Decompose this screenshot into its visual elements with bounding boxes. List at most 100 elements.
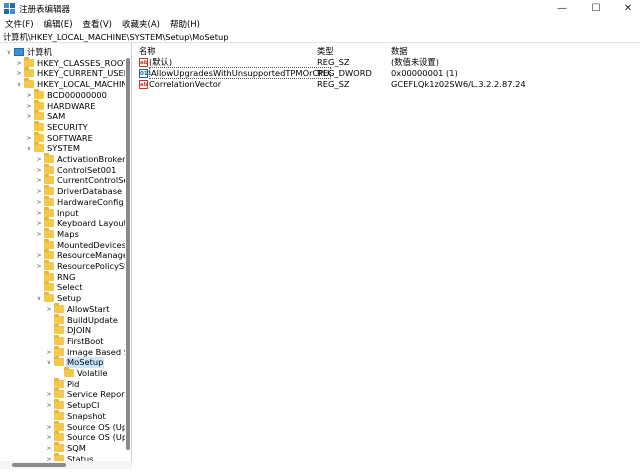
folder-icon — [34, 110, 44, 121]
tree-item[interactable]: ∨ Setup — [0, 292, 131, 304]
tree-item[interactable]: > ActivationBroker — [0, 153, 131, 165]
folder-icon — [44, 227, 54, 238]
menu-view[interactable]: 查看(V) — [83, 18, 112, 30]
expand-chevron-icon[interactable]: > — [35, 187, 43, 196]
maximize-button[interactable]: ☐ — [580, 0, 612, 17]
tree-item[interactable]: ∨ HKEY_LOCAL_MACHINE — [0, 78, 131, 90]
collapse-chevron-icon[interactable]: ∨ — [5, 48, 13, 57]
tree-item[interactable]: ∨ SYSTEM — [0, 142, 131, 154]
collapse-chevron-icon[interactable]: ∨ — [35, 294, 43, 303]
tree-item[interactable]: > HKEY_CURRENT_USER — [0, 67, 131, 79]
expand-chevron-icon[interactable]: > — [25, 102, 33, 111]
registry-value-row[interactable]: ab CorrelationVector REG_SZ GCEFLQk1z02SW6/… — [136, 79, 640, 90]
tree-item[interactable]: > SOFTWARE — [0, 131, 131, 144]
expand-chevron-icon[interactable]: > — [45, 390, 53, 399]
address-bar[interactable]: 计算机\HKEY_LOCAL_MACHINE\SYSTEM\Setup\MoSe… — [0, 31, 640, 43]
tree-item-label: ControlSet001 — [57, 164, 117, 175]
registry-value-row[interactable]: 011 AllowUpgradesWithUnsupportedTPMOrCPU R… — [136, 67, 640, 79]
expand-chevron-icon[interactable]: > — [25, 134, 33, 143]
tree-item[interactable]: > ResourceManager — [0, 249, 131, 261]
tree-item[interactable]: > Status — [0, 452, 131, 461]
tree-item[interactable]: ∨ 计算机 — [0, 47, 131, 58]
folder-icon — [44, 281, 54, 292]
menu-file[interactable]: 文件(F) — [5, 18, 34, 30]
tree-item[interactable]: Volatile — [0, 367, 131, 379]
folder-icon — [54, 431, 64, 442]
expand-chevron-icon[interactable]: > — [45, 444, 53, 453]
tree-item[interactable]: > Image Based Setup — [0, 345, 131, 358]
tree-item[interactable]: Snapshot — [0, 409, 131, 422]
tree-vertical-scroll-thumb[interactable] — [126, 58, 130, 450]
tree-item[interactable]: > SAM — [0, 110, 131, 122]
tree-item[interactable]: > HKEY_CLASSES_ROOT — [0, 56, 131, 69]
expand-chevron-icon[interactable]: > — [35, 176, 43, 185]
tree-item[interactable]: > ResourcePolicyStore — [0, 260, 131, 272]
tree-item[interactable]: DJOIN — [0, 324, 131, 336]
expand-chevron-icon[interactable]: > — [35, 262, 43, 271]
column-header-name[interactable]: 名称 — [139, 45, 156, 57]
expand-chevron-icon[interactable]: > — [35, 209, 43, 218]
column-header-data[interactable]: 数据 — [391, 45, 408, 57]
folder-icon — [34, 99, 44, 110]
expand-chevron-icon[interactable]: > — [45, 401, 53, 410]
tree-item-label: Snapshot — [67, 410, 106, 421]
folder-icon — [54, 324, 64, 335]
tree-item[interactable]: > Source OS (Updated — [0, 420, 131, 433]
folder-icon — [54, 302, 64, 313]
tree-item[interactable]: Pid — [0, 377, 131, 390]
folder-icon — [64, 367, 74, 377]
value-name[interactable]: AllowUpgradesWithUnsupportedTPMOrCPU — [149, 67, 332, 79]
tree-item[interactable]: > HARDWARE — [0, 99, 131, 112]
expand-chevron-icon[interactable]: > — [15, 59, 23, 68]
close-button[interactable]: ✕ — [612, 0, 640, 17]
values-pane[interactable]: 名称 类型 数据 ab (默认) REG_SZ (数值未设置) 011 AllowUpgr… — [136, 43, 640, 469]
tree-item[interactable]: > SetupCI — [0, 399, 131, 411]
expand-chevron-icon[interactable]: > — [25, 91, 33, 100]
tree-item[interactable]: FirstBoot — [0, 334, 131, 347]
tree-item[interactable]: RNG — [0, 270, 131, 283]
expand-chevron-icon[interactable]: > — [25, 112, 33, 121]
expand-chevron-icon[interactable]: > — [35, 166, 43, 175]
tree-item[interactable]: > Source OS (Updated — [0, 431, 131, 443]
folder-icon — [24, 67, 34, 78]
tree-item[interactable]: > DriverDatabase — [0, 185, 131, 197]
expand-chevron-icon[interactable]: > — [45, 305, 53, 314]
expand-chevron-icon[interactable]: > — [35, 251, 43, 260]
tree-item[interactable]: > Keyboard Layout — [0, 217, 131, 229]
key-tree-pane[interactable]: ∨ 计算机 > HKEY_CLASSES_ROOT > HKEY_CURRENT_USER… — [0, 43, 132, 461]
collapse-chevron-icon[interactable]: ∨ — [25, 144, 33, 153]
tree-item[interactable]: Select — [0, 281, 131, 293]
tree-item[interactable]: MountedDevices — [0, 238, 131, 251]
tree-item[interactable]: > HardwareConfig — [0, 195, 131, 208]
expand-chevron-icon[interactable]: > — [45, 423, 53, 432]
expand-chevron-icon[interactable]: > — [45, 433, 53, 442]
tree-item-label: ResourcePolicyStore — [57, 261, 131, 271]
menu-edit[interactable]: 编辑(E) — [44, 18, 73, 30]
tree-item[interactable]: > CurrentControlSet — [0, 174, 131, 186]
tree-item[interactable]: > BCD00000000 — [0, 88, 131, 101]
menu-favorites[interactable]: 收藏夹(A) — [122, 18, 160, 30]
value-name[interactable]: CorrelationVector — [149, 79, 221, 90]
menu-help[interactable]: 帮助(H) — [170, 18, 200, 30]
expand-chevron-icon[interactable]: > — [35, 198, 43, 207]
expand-chevron-icon[interactable]: > — [35, 155, 43, 164]
minimize-button[interactable]: — — [546, 0, 578, 17]
tree-item[interactable]: > Input — [0, 206, 131, 219]
expand-chevron-icon[interactable]: > — [35, 219, 43, 228]
tree-item[interactable]: > Service Reporting API — [0, 388, 131, 400]
tree-item[interactable]: > SQM — [0, 441, 131, 454]
collapse-chevron-icon[interactable]: ∨ — [15, 80, 23, 89]
tree-item[interactable]: > AllowStart — [0, 302, 131, 315]
tree-item[interactable]: BuildUpdate — [0, 313, 131, 326]
expand-chevron-icon[interactable]: > — [35, 230, 43, 239]
tree-item[interactable]: > ControlSet001 — [0, 163, 131, 176]
tree-horizontal-scroll-thumb[interactable] — [12, 463, 66, 467]
title-bar: 注册表编辑器 — ☐ ✕ — [0, 0, 640, 17]
expand-chevron-icon[interactable]: > — [45, 348, 53, 357]
tree-item[interactable]: SECURITY — [0, 120, 131, 133]
column-header-type[interactable]: 类型 — [317, 45, 334, 57]
collapse-chevron-icon[interactable]: ∨ — [45, 358, 53, 367]
tree-item[interactable]: > Maps — [0, 227, 131, 240]
expand-chevron-icon[interactable]: > — [15, 69, 23, 78]
folder-icon — [44, 153, 54, 163]
